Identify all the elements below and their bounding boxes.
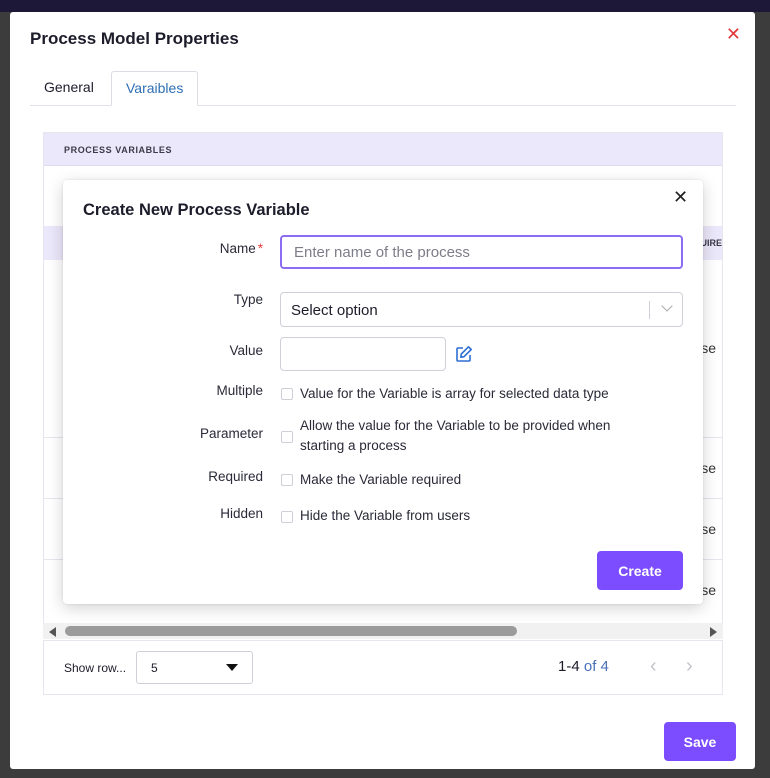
- type-select[interactable]: Select option: [280, 292, 683, 327]
- horizontal-scrollbar[interactable]: [43, 623, 723, 639]
- hidden-checkbox[interactable]: [281, 511, 293, 523]
- parameter-text-line2: starting a process: [300, 438, 407, 453]
- name-label-text: Name: [219, 241, 256, 256]
- name-input[interactable]: [280, 235, 683, 269]
- scroll-left-arrow-icon[interactable]: [49, 627, 56, 637]
- parameter-checkbox[interactable]: [281, 431, 293, 443]
- chevron-left-icon[interactable]: ‹: [650, 655, 657, 678]
- scroll-right-arrow-icon[interactable]: [710, 627, 717, 637]
- rows-per-page-value: 5: [151, 661, 158, 675]
- value-input[interactable]: [280, 337, 446, 371]
- multiple-label: Multiple: [216, 383, 263, 398]
- required-asterisk: *: [257, 241, 263, 256]
- required-text: Make the Variable required: [300, 472, 462, 487]
- type-label: Type: [233, 292, 263, 307]
- type-select-value: Select option: [291, 302, 378, 319]
- required-label: Required: [208, 469, 263, 484]
- multiple-checkbox[interactable]: [281, 388, 293, 400]
- tab-general[interactable]: General: [30, 71, 108, 106]
- chevron-right-icon[interactable]: ›: [686, 655, 693, 678]
- dialog-title: Process Model Properties: [30, 29, 239, 48]
- close-icon[interactable]: ✕: [673, 187, 688, 208]
- tab-variables[interactable]: Varaibles: [111, 71, 199, 106]
- table-cell: se: [701, 521, 716, 537]
- page-range-value: 1-4: [558, 658, 580, 675]
- section-header: PROCESS VARIABLES: [44, 133, 722, 166]
- tab-bar: General Varaibles: [30, 71, 736, 106]
- name-label: Name *: [63, 241, 263, 256]
- table-cell: se: [701, 460, 716, 476]
- save-button[interactable]: Save: [664, 722, 736, 761]
- page-total: of 4: [583, 658, 609, 675]
- close-icon[interactable]: ✕: [726, 24, 741, 45]
- page-range: 1-4 of 4: [558, 658, 609, 675]
- edit-icon[interactable]: [455, 345, 473, 363]
- chevron-down-icon: [661, 300, 673, 312]
- value-label: Value: [229, 343, 263, 358]
- app-top-bar: [0, 0, 770, 12]
- multiple-text: Value for the Variable is array for sele…: [300, 386, 609, 401]
- parameter-text-line1: Allow the value for the Variable to be p…: [300, 418, 611, 433]
- table-cell: se: [701, 340, 716, 356]
- create-variable-modal: Create New Process Variable ✕ Name* Type…: [63, 180, 703, 604]
- pagination-bar: Show row... 5 1-4 of 4 ‹ ›: [43, 640, 723, 695]
- required-checkbox[interactable]: [281, 474, 293, 486]
- hidden-text: Hide the Variable from users: [300, 508, 471, 523]
- show-rows-label: Show row...: [64, 661, 127, 675]
- column-header-required: UIRE: [700, 238, 722, 248]
- modal-title: Create New Process Variable: [83, 201, 310, 219]
- create-button[interactable]: Create: [597, 551, 683, 590]
- section-header-label: PROCESS VARIABLES: [64, 145, 173, 155]
- table-cell: se: [701, 582, 716, 598]
- parameter-label: Parameter: [199, 426, 263, 441]
- hidden-label: Hidden: [220, 506, 263, 521]
- caret-down-icon: [226, 664, 238, 671]
- parameter-text: Allow the value for the Variable to be p…: [300, 416, 610, 456]
- rows-per-page-select[interactable]: 5: [136, 651, 253, 684]
- scroll-thumb[interactable]: [65, 626, 517, 636]
- select-separator: [649, 301, 650, 319]
